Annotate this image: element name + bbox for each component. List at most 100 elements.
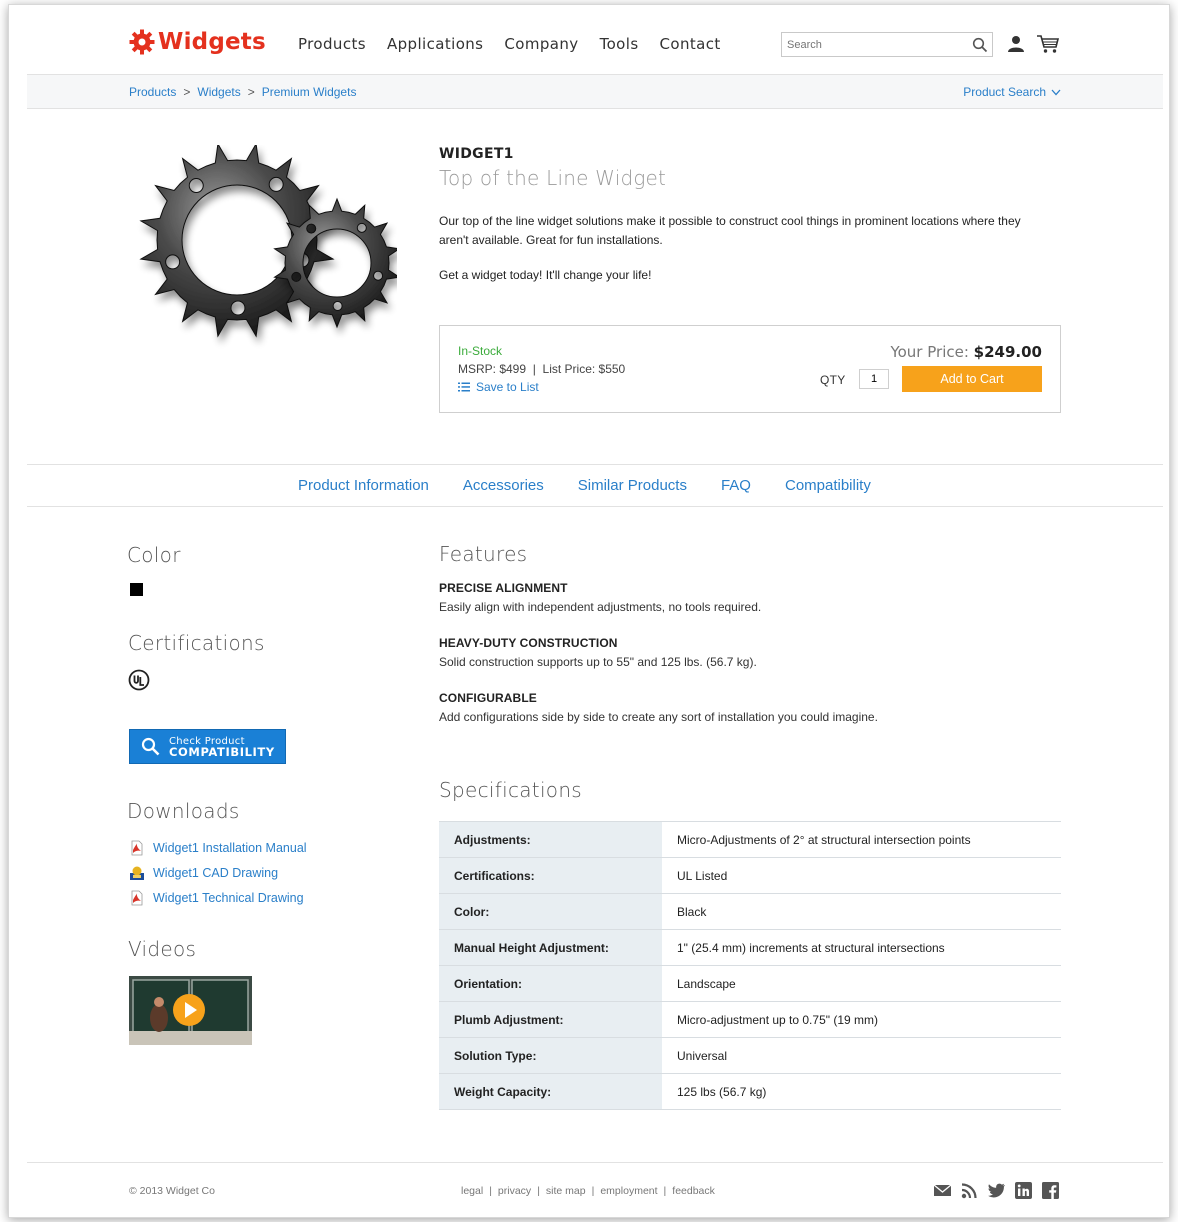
spec-key: Certifications: <box>439 857 662 894</box>
table-row: Orientation: Landscape <box>439 965 1061 1002</box>
main-nav: Products Applications Company Tools Cont… <box>298 35 721 53</box>
downloads-list: Widget1 Installation Manual Widget1 CAD … <box>129 835 307 910</box>
nav-products[interactable]: Products <box>298 35 366 53</box>
download-label: Widget1 Technical Drawing <box>153 890 304 905</box>
cad-icon <box>130 866 144 880</box>
nav-tools[interactable]: Tools <box>600 35 639 53</box>
product-sku: WIDGET1 <box>439 146 514 162</box>
list-icon <box>458 382 470 392</box>
email-icon[interactable] <box>933 1181 952 1200</box>
save-to-list-link[interactable]: Save to List <box>458 380 539 394</box>
feature-description: Easily align with independent adjustment… <box>439 600 762 614</box>
gear-logo-icon <box>129 29 155 55</box>
search-box <box>781 32 993 57</box>
nav-contact[interactable]: Contact <box>660 35 721 53</box>
buy-box: In-Stock MSRP: $499 | List Price: $550 S… <box>439 325 1061 413</box>
feature-title: CONFIGURABLE <box>439 691 537 705</box>
tabs-bar: Product Information Accessories Similar … <box>27 464 1163 507</box>
footer-link-feedback[interactable]: feedback <box>672 1185 715 1197</box>
search-icon[interactable] <box>972 37 988 53</box>
feature-title: PRECISE ALIGNMENT <box>439 581 568 595</box>
feature-item: CONFIGURABLE Add configurations side by … <box>439 691 878 724</box>
linkedin-icon[interactable] <box>1014 1181 1033 1200</box>
feature-description: Solid construction supports up to 55" an… <box>439 655 757 669</box>
spec-key: Solution Type: <box>439 1037 662 1074</box>
breadcrumb: Products > Widgets > Premium Widgets <box>129 85 356 99</box>
add-to-cart-button[interactable]: Add to Cart <box>902 366 1042 392</box>
product-description: Our top of the line widget solutions mak… <box>439 214 1021 247</box>
check-compatibility-big: COMPATIBILITY <box>169 744 275 759</box>
spec-key: Plumb Adjustment: <box>439 1001 662 1038</box>
tab-product-information[interactable]: Product Information <box>298 477 429 494</box>
spec-value: Micro-Adjustments of 2° at structural in… <box>662 821 1061 858</box>
spec-value: Micro-adjustment up to 0.75" (19 mm) <box>662 1001 1061 1038</box>
table-row: Plumb Adjustment: Micro-adjustment up to… <box>439 1001 1061 1038</box>
spec-key: Weight Capacity: <box>439 1073 662 1110</box>
your-price-value: $249.00 <box>973 343 1042 361</box>
check-compatibility-text: Check Product COMPATIBILITY <box>169 736 275 758</box>
footer-separator: | <box>663 1185 667 1197</box>
twitter-icon[interactable] <box>987 1181 1006 1200</box>
product-name: Top of the Line Widget <box>439 166 667 190</box>
download-installation-manual[interactable]: Widget1 Installation Manual <box>129 835 307 860</box>
product-image <box>139 145 397 338</box>
color-swatch-black[interactable] <box>130 583 143 596</box>
download-technical-drawing[interactable]: Widget1 Technical Drawing <box>129 885 307 910</box>
price-separator: | <box>532 362 536 376</box>
footer-separator: | <box>537 1185 540 1197</box>
nav-company[interactable]: Company <box>504 35 578 53</box>
footer-link-privacy[interactable]: privacy <box>498 1185 531 1197</box>
table-row: Color: Black <box>439 893 1061 930</box>
footer-link-employment[interactable]: employment <box>600 1185 657 1197</box>
tab-faq[interactable]: FAQ <box>721 477 751 494</box>
pdf-icon <box>131 890 143 905</box>
rss-icon[interactable] <box>960 1181 979 1200</box>
facebook-icon[interactable] <box>1041 1181 1060 1200</box>
table-row: Manual Height Adjustment: 1" (25.4 mm) i… <box>439 929 1061 966</box>
spec-key: Color: <box>439 893 662 930</box>
table-row: Certifications: UL Listed <box>439 857 1061 894</box>
search-input[interactable] <box>782 33 962 56</box>
footer-separator: | <box>489 1185 492 1197</box>
breadcrumb-bar: Products > Widgets > Premium Widgets Pro… <box>27 74 1163 109</box>
msrp: MSRP: $499 <box>458 362 527 376</box>
breadcrumb-separator: > <box>247 85 255 99</box>
tab-accessories[interactable]: Accessories <box>463 477 544 494</box>
spec-value: UL Listed <box>662 857 1061 894</box>
footer-link-site-map[interactable]: site map <box>546 1185 586 1197</box>
copyright: © 2013 Widget Co <box>129 1185 215 1197</box>
your-price-label: Your Price: <box>890 343 969 361</box>
nav-applications[interactable]: Applications <box>387 35 483 53</box>
play-icon <box>173 994 205 1026</box>
tab-similar-products[interactable]: Similar Products <box>578 477 687 494</box>
qty-label: QTY <box>820 373 846 387</box>
download-cad-drawing[interactable]: Widget1 CAD Drawing <box>129 860 307 885</box>
footer-links: legal | privacy | site map | employment … <box>461 1185 715 1197</box>
social-links <box>933 1181 1060 1200</box>
certifications-title: Certifications <box>128 631 265 655</box>
breadcrumb-products[interactable]: Products <box>129 85 176 99</box>
feature-item: PRECISE ALIGNMENT Easily align with inde… <box>439 581 761 614</box>
qty-input[interactable] <box>859 369 889 389</box>
breadcrumb-premium-widgets[interactable]: Premium Widgets <box>262 85 357 99</box>
spec-value: 125 lbs (56.7 kg) <box>662 1073 1061 1110</box>
logo[interactable]: Widgets <box>129 29 266 55</box>
your-price: Your Price: $249.00 <box>890 343 1042 361</box>
download-label: Widget1 Installation Manual <box>153 840 307 855</box>
user-icon[interactable] <box>1007 35 1025 53</box>
ul-certification-icon <box>128 669 150 691</box>
downloads-title: Downloads <box>127 799 240 823</box>
table-row: Adjustments: Micro-Adjustments of 2° at … <box>439 821 1061 858</box>
breadcrumb-widgets[interactable]: Widgets <box>197 85 240 99</box>
breadcrumb-separator: > <box>183 85 191 99</box>
chevron-down-icon <box>1051 89 1061 95</box>
check-compatibility-button[interactable]: Check Product COMPATIBILITY <box>129 729 286 764</box>
video-thumbnail[interactable] <box>129 976 252 1045</box>
site-header: Widgets Products Applications Company To… <box>9 5 1169 75</box>
product-search-toggle[interactable]: Product Search <box>963 85 1061 99</box>
specifications-table: Adjustments: Micro-Adjustments of 2° at … <box>439 821 1061 1110</box>
tab-compatibility[interactable]: Compatibility <box>785 477 871 494</box>
footer-link-legal[interactable]: legal <box>461 1185 483 1197</box>
cart-icon[interactable] <box>1036 34 1060 54</box>
color-title: Color <box>127 543 181 567</box>
